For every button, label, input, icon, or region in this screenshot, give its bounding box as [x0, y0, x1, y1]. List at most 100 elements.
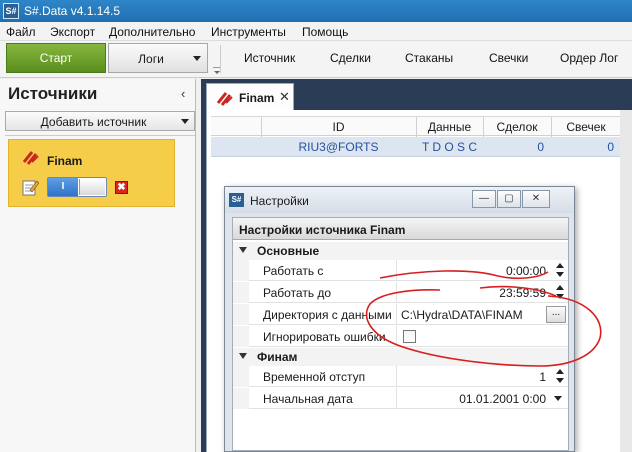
toggle-on-label: I	[48, 178, 78, 196]
row-gutter	[233, 260, 249, 281]
data-dir-input[interactable]: C:\Hydra\DATA\FINAM ...	[397, 304, 568, 325]
property-label: Игнорировать ошибки	[263, 330, 386, 344]
vertical-scrollbar[interactable]	[620, 110, 632, 452]
property-label: Начальная дата	[263, 392, 353, 406]
menu-help[interactable]: Помощь	[302, 25, 348, 39]
property-value: 0:00:00	[505, 264, 546, 278]
toolbar-orderlog-button[interactable]: Ордер Лог	[560, 51, 618, 65]
sources-panel-title: Источники	[8, 84, 98, 103]
source-enable-toggle[interactable]: I	[47, 177, 107, 197]
minimize-icon[interactable]: —	[472, 190, 496, 208]
chevron-down-icon	[181, 119, 189, 124]
finam-logo-icon	[216, 92, 233, 106]
cell-candles: 0	[607, 140, 614, 154]
property-grid: Настройки источника Finam Основные Работ…	[232, 217, 569, 451]
browse-button[interactable]: ...	[546, 306, 566, 323]
chevron-down-icon[interactable]	[554, 396, 562, 401]
menu-file[interactable]: Файл	[6, 25, 36, 39]
finam-logo-icon	[22, 151, 39, 165]
close-tab-icon[interactable]: ✕	[279, 89, 290, 105]
add-source-dropdown[interactable]: Добавить источник	[5, 111, 195, 131]
row-gutter	[233, 326, 249, 347]
property-grid-title: Настройки источника Finam	[239, 223, 406, 237]
edit-settings-icon[interactable]	[21, 178, 39, 196]
delete-source-icon[interactable]: ✖	[115, 181, 128, 194]
ignore-errors-checkbox[interactable]	[403, 330, 416, 343]
spinner-icon[interactable]	[554, 368, 566, 385]
category-finam[interactable]: Финам	[233, 348, 568, 366]
toolbar-trades-button[interactable]: Сделки	[330, 51, 371, 65]
toolbar-separator	[220, 45, 221, 73]
category-label: Основные	[257, 244, 320, 258]
logs-dropdown[interactable]: Логи	[108, 43, 208, 73]
start-date-picker[interactable]: 01.01.2001 0:00	[397, 388, 568, 409]
property-value: C:\Hydra\DATA\FINAM	[401, 308, 523, 322]
expand-triangle-icon	[239, 353, 247, 359]
settings-dialog: S# Настройки — ▢ ✕ Настройки источника F…	[224, 186, 575, 452]
add-source-label: Добавить источник	[40, 115, 147, 129]
property-value: 01.01.2001 0:00	[459, 392, 546, 406]
collapse-left-icon[interactable]: ‹	[181, 86, 185, 101]
logs-label: Логи	[138, 52, 164, 66]
spinner-icon[interactable]	[554, 284, 566, 301]
property-row-ignore-errors: Игнорировать ошибки	[233, 326, 568, 347]
close-icon[interactable]: ✕	[522, 190, 550, 208]
chevron-down-icon	[193, 56, 201, 61]
menu-tools[interactable]: Инструменты	[211, 25, 286, 39]
cell-data: T D O S C	[421, 140, 478, 154]
menu-bar: Файл Экспорт Дополнительно Инструменты П…	[0, 22, 632, 41]
work-from-input[interactable]: 0:00:00	[397, 260, 568, 281]
dialog-title-bar[interactable]: S# Настройки — ▢ ✕	[225, 187, 574, 213]
property-row-data-dir: Директория с данными C:\Hydra\DATA\FINAM…	[233, 304, 568, 325]
toolbar: Старт Логи Источник Сделки Стаканы Свечк…	[0, 41, 632, 78]
property-row-start-date: Начальная дата 01.01.2001 0:00	[233, 388, 568, 409]
table-row[interactable]: RIU3@FORTS T D O S C 0 0	[211, 137, 632, 157]
row-gutter	[233, 304, 249, 325]
toolbar-candles-button[interactable]: Свечки	[489, 51, 528, 65]
source-card-finam[interactable]: Finam I ✖	[8, 139, 175, 207]
title-bar: S# S#.Data v4.1.14.5	[0, 0, 632, 22]
sources-panel: Источники ‹ Добавить источник Finam I ✖	[0, 79, 196, 452]
maximize-icon[interactable]: ▢	[497, 190, 521, 208]
property-label: Директория с данными	[263, 308, 392, 322]
work-to-input[interactable]: 23:59:59	[397, 282, 568, 303]
column-header-candles[interactable]: Свечек	[551, 120, 621, 134]
time-offset-input[interactable]: 1	[397, 366, 568, 387]
cell-id: RIU3@FORTS	[298, 140, 379, 154]
toolbar-source-button[interactable]: Источник	[244, 51, 295, 65]
property-row-work-to: Работать до 23:59:59	[233, 282, 568, 303]
menu-export[interactable]: Экспорт	[50, 25, 95, 39]
menu-advanced[interactable]: Дополнительно	[109, 25, 195, 39]
spinner-icon[interactable]	[554, 262, 566, 279]
property-row-work-from: Работать с 0:00:00	[233, 260, 568, 281]
dialog-title: Настройки	[250, 194, 309, 208]
toolbar-depth-button[interactable]: Стаканы	[405, 51, 453, 65]
row-gutter	[233, 366, 249, 387]
row-gutter	[233, 388, 249, 409]
property-grid-header: Настройки источника Finam	[233, 218, 568, 240]
property-value: 23:59:59	[499, 286, 546, 300]
start-button[interactable]: Старт	[6, 43, 106, 73]
category-main[interactable]: Основные	[233, 242, 568, 260]
expand-triangle-icon	[239, 247, 247, 253]
property-label: Временной отступ	[263, 370, 366, 384]
property-label: Работать с	[263, 264, 324, 278]
app-icon: S#	[3, 3, 19, 19]
row-gutter	[233, 282, 249, 303]
column-header-id[interactable]: ID	[261, 120, 416, 134]
column-header-trades[interactable]: Сделок	[483, 120, 551, 134]
cell-trades: 0	[537, 140, 544, 154]
dialog-app-icon: S#	[229, 193, 244, 207]
panel-divider	[5, 135, 195, 136]
tab-finam[interactable]: Finam ✕	[206, 83, 294, 110]
toggle-knob	[79, 179, 105, 195]
window-title: S#.Data v4.1.14.5	[24, 4, 121, 18]
ignore-errors-field	[397, 326, 568, 347]
property-row-time-offset: Временной отступ 1	[233, 366, 568, 387]
tab-label: Finam	[239, 91, 275, 105]
category-label: Финам	[257, 350, 298, 364]
property-value: 1	[539, 370, 546, 384]
grid-header: ID Данные Сделок Свечек	[211, 116, 632, 137]
source-name: Finam	[47, 154, 83, 168]
column-header-data[interactable]: Данные	[416, 120, 483, 134]
